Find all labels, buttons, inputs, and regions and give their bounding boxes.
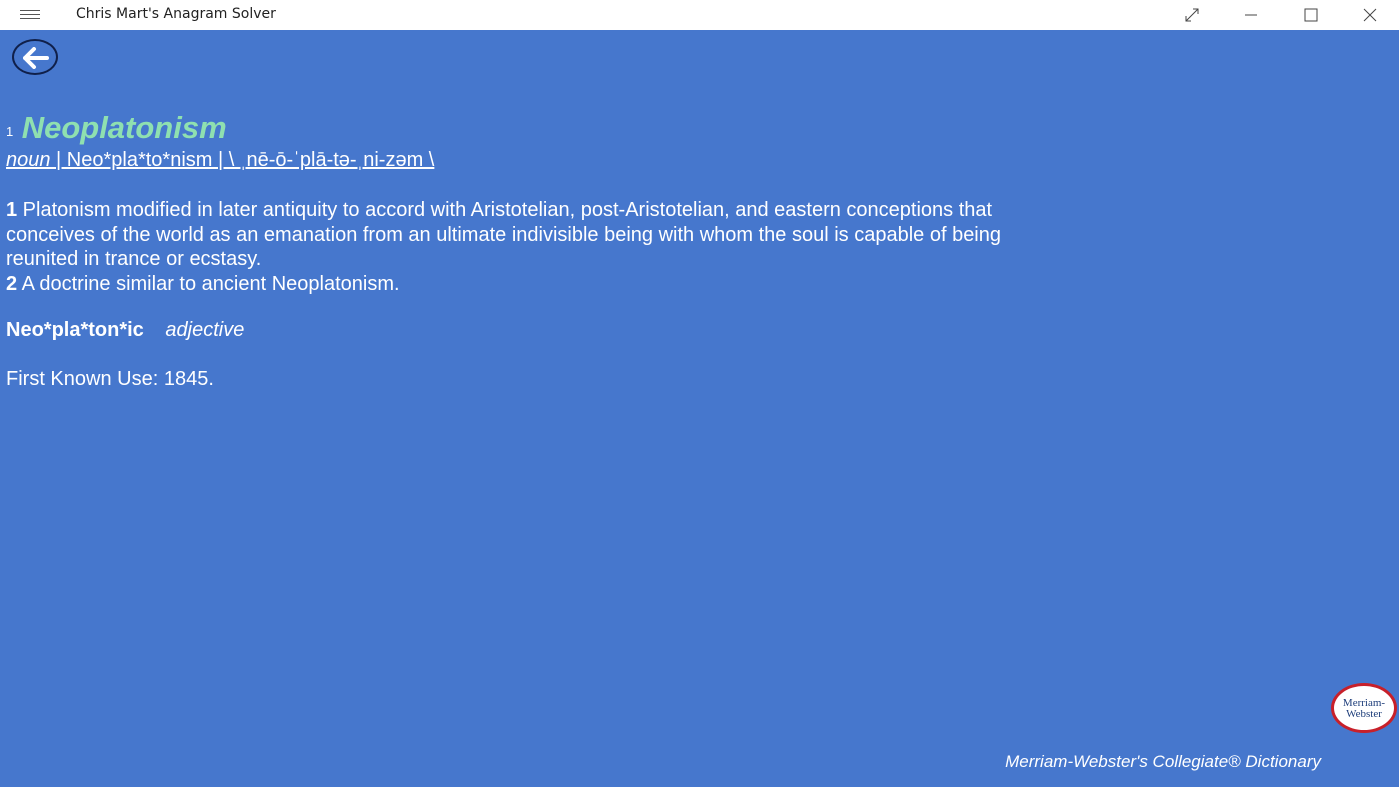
logo-line-2: Webster	[1346, 708, 1382, 720]
definition-text: Platonism modified in later antiquity to…	[6, 199, 1001, 270]
minimize-icon	[1245, 14, 1257, 16]
close-button[interactable]	[1347, 0, 1393, 30]
first-known-use: First Known Use: 1845.	[6, 368, 214, 390]
syllabification: | Neo*pla*to*nism | \ ˌnē-ō-ˈplā-tə-ˌni-…	[50, 149, 435, 171]
definition-number: 1	[6, 199, 18, 221]
definition-text: A doctrine similar to ancient Neoplatoni…	[17, 272, 400, 295]
pronunciation-line: noun | Neo*pla*to*nism | \ ˌnē-ō-ˈplā-tə…	[6, 149, 434, 172]
homograph-number: 1	[6, 124, 14, 140]
derived-form: Neo*pla*ton*ic adjective	[6, 319, 244, 342]
window-title: Chris Mart's Anagram Solver	[76, 6, 276, 22]
definition-1: 1 Platonism modified in later antiquity …	[6, 198, 1046, 272]
title-bar: Chris Mart's Anagram Solver	[0, 0, 1399, 30]
definitions: 1 Platonism modified in later antiquity …	[6, 198, 1046, 296]
derived-word: Neo*pla*ton*ic	[6, 319, 144, 341]
headword: Neoplatonism	[21, 110, 227, 145]
dictionary-credit: Merriam-Webster's Collegiate® Dictionary	[1005, 752, 1321, 771]
definition-panel: 1 Neoplatonism noun | Neo*pla*to*nism | …	[0, 30, 1399, 787]
back-button[interactable]	[12, 39, 58, 75]
maximize-button[interactable]	[1288, 0, 1334, 30]
maximize-icon	[1304, 8, 1318, 22]
part-of-speech: noun	[6, 149, 51, 171]
minimize-button[interactable]	[1228, 0, 1274, 30]
definition-2: 2 A doctrine similar to ancient Neoplato…	[6, 272, 1046, 297]
merriam-webster-logo: Merriam- Webster	[1331, 683, 1397, 733]
fullscreen-button[interactable]	[1169, 0, 1215, 30]
derived-part-of-speech: adjective	[165, 319, 245, 341]
hamburger-icon[interactable]	[18, 7, 42, 23]
definition-number: 2	[6, 272, 18, 295]
headword-row: 1 Neoplatonism	[6, 110, 227, 146]
expand-icon	[1185, 8, 1199, 22]
close-icon	[1363, 8, 1377, 22]
back-arrow-icon	[23, 47, 49, 69]
